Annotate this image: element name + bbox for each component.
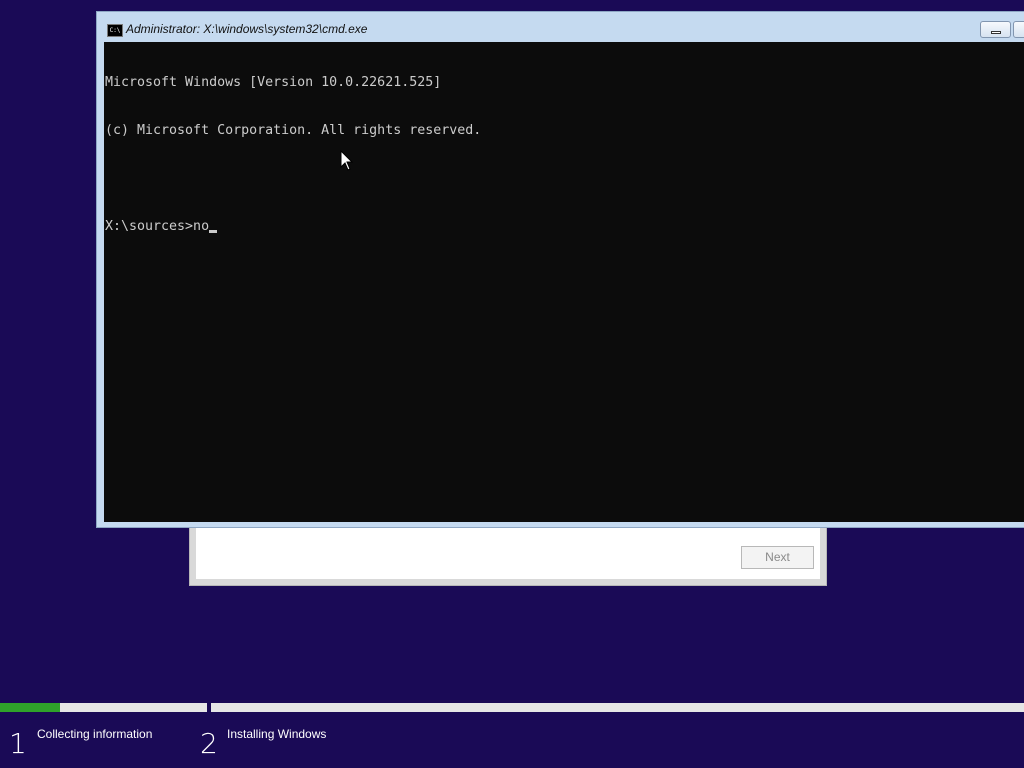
step-1-label: Collecting information [37, 727, 153, 741]
progress-track-step-1 [0, 703, 207, 712]
minimize-button[interactable] [980, 21, 1011, 38]
step-1-number: 1 [9, 727, 27, 760]
progress-fill [0, 703, 61, 712]
cmd-icon: C:\ [107, 24, 123, 37]
console-line: Microsoft Windows [Version 10.0.22621.52… [105, 75, 442, 90]
cmd-window-title: Administrator: X:\windows\system32\cmd.e… [126, 22, 368, 36]
console-prompt-text[interactable]: X:\sources>no [105, 219, 209, 234]
console-line: (c) Microsoft Corporation. All rights re… [105, 123, 482, 138]
progress-track-step-2 [211, 703, 1024, 712]
console-prompt-line[interactable]: X:\sources>no [105, 219, 1024, 235]
arrow-pointer-icon [340, 150, 354, 171]
cmd-window[interactable]: C:\ Administrator: X:\windows\system32\c… [96, 11, 1024, 528]
text-cursor [209, 230, 218, 233]
step-2-label: Installing Windows [227, 727, 327, 741]
desktop-background: Next C:\ Administrator: X:\windows\syste… [0, 0, 1024, 768]
progress-divider [208, 701, 210, 713]
minimize-icon [991, 31, 1001, 34]
cmd-titlebar[interactable]: C:\ Administrator: X:\windows\system32\c… [97, 12, 1024, 42]
maximize-button[interactable] [1013, 21, 1024, 38]
console-output[interactable]: Microsoft Windows [Version 10.0.22621.52… [104, 42, 1024, 522]
next-button[interactable]: Next [741, 546, 814, 569]
step-2-number: 2 [200, 727, 218, 760]
